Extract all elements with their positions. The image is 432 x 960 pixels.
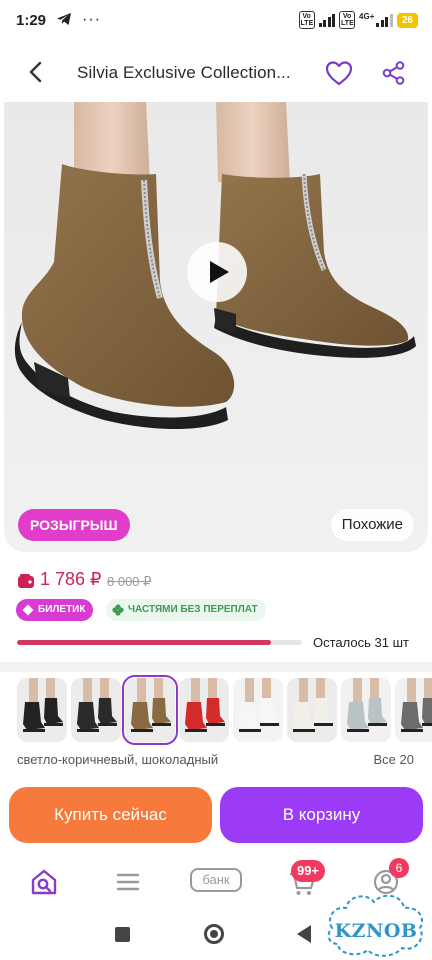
purchase-actions: Купить сейчас В корзину	[0, 782, 432, 852]
installments-badge[interactable]: ЧАСТЯМИ БЕЗ ПЕРЕПЛАТ	[106, 599, 266, 621]
raffle-badge[interactable]: РОЗЫГРЫШ	[18, 509, 130, 541]
signal-icon	[318, 13, 336, 27]
nav-catalog[interactable]	[112, 866, 152, 898]
price-block: 1 786 ₽ 8 000 ₽ БИЛЕТИК ЧАСТЯМИ БЕЗ ПЕРЕ…	[0, 558, 432, 662]
old-price: 8 000 ₽	[107, 574, 152, 589]
play-video-button[interactable]	[187, 242, 247, 302]
color-swatch-grey-boots[interactable]	[341, 678, 391, 742]
nav-home-search[interactable]	[28, 866, 68, 898]
stock-remaining: Осталось 31 шт	[313, 635, 409, 650]
page-title: Silvia Exclusive Collection...	[77, 63, 291, 82]
play-icon	[210, 261, 229, 283]
volte-icon-2: Vo LTE	[339, 11, 356, 29]
favorite-button[interactable]	[325, 60, 353, 86]
cart-count-badge: 99+	[291, 860, 325, 882]
color-swatch-white-boots-2[interactable]	[287, 678, 337, 742]
status-indicators: Vo LTE Vo LTE 4G+ 26	[298, 11, 418, 29]
all-colors-link[interactable]: Все 20	[374, 752, 414, 767]
product-header: Silvia Exclusive Collection...	[0, 40, 432, 102]
signal-icon-2	[376, 13, 393, 27]
volte-icon: Vo LTE	[298, 11, 315, 29]
more-notifications-icon: ···	[82, 11, 102, 28]
profile-notification-badge: 6	[389, 858, 409, 878]
back-button[interactable]	[22, 58, 50, 86]
home-search-icon	[31, 869, 57, 895]
nav-bank[interactable]: банк	[190, 868, 242, 892]
color-swatch-red-boots[interactable]	[179, 678, 229, 742]
similar-items-button[interactable]: Похожие	[330, 509, 414, 541]
buy-now-button[interactable]: Купить сейчас	[9, 787, 212, 843]
ticket-badge[interactable]: БИЛЕТИК	[16, 599, 94, 621]
share-icon	[382, 61, 405, 85]
ticket-badge-label: БИЛЕТИК	[38, 604, 86, 615]
color-variants: светло-коричневый, шоколадный Все 20	[0, 672, 432, 782]
clover-icon	[112, 604, 124, 616]
section-divider	[0, 662, 432, 672]
chevron-left-icon	[29, 61, 42, 83]
color-swatch-black-boots-2[interactable]	[71, 678, 121, 742]
add-to-cart-button[interactable]: В корзину	[220, 787, 423, 843]
heart-icon	[325, 61, 353, 86]
color-swatch-black-boots-1[interactable]	[17, 678, 67, 742]
back-triangle-icon[interactable]	[297, 925, 311, 943]
stock-progress-fill	[17, 640, 271, 645]
color-swatch-dark-grey-boots[interactable]	[395, 678, 432, 742]
selected-color-name: светло-коричневый, шоколадный	[17, 752, 219, 767]
telegram-icon	[56, 12, 72, 29]
color-swatch-light-brown-boots[interactable]	[122, 675, 178, 745]
network-type-label: 4G+	[359, 11, 375, 21]
home-icon[interactable]	[204, 924, 224, 944]
recent-apps-icon[interactable]	[115, 927, 130, 942]
menu-icon	[116, 873, 140, 891]
installments-badge-label: ЧАСТЯМИ БЕЗ ПЕРЕПЛАТ	[128, 604, 258, 615]
ticket-icon	[22, 604, 34, 616]
stock-progress-bar	[17, 640, 302, 645]
watermark-text: KZNOB	[334, 920, 418, 942]
color-swatch-white-boots-1[interactable]	[233, 678, 283, 742]
share-button[interactable]	[381, 60, 407, 86]
product-image	[4, 102, 428, 552]
status-bar: 1:29 ··· Vo LTE Vo LTE 4G+ 26	[0, 0, 432, 40]
product-gallery[interactable]: РОЗЫГРЫШ Похожие	[4, 102, 428, 552]
current-price: 1 786 ₽	[40, 569, 102, 589]
status-time: 1:29	[16, 11, 47, 29]
wallet-icon	[18, 574, 34, 588]
battery-icon: 26	[396, 12, 418, 28]
